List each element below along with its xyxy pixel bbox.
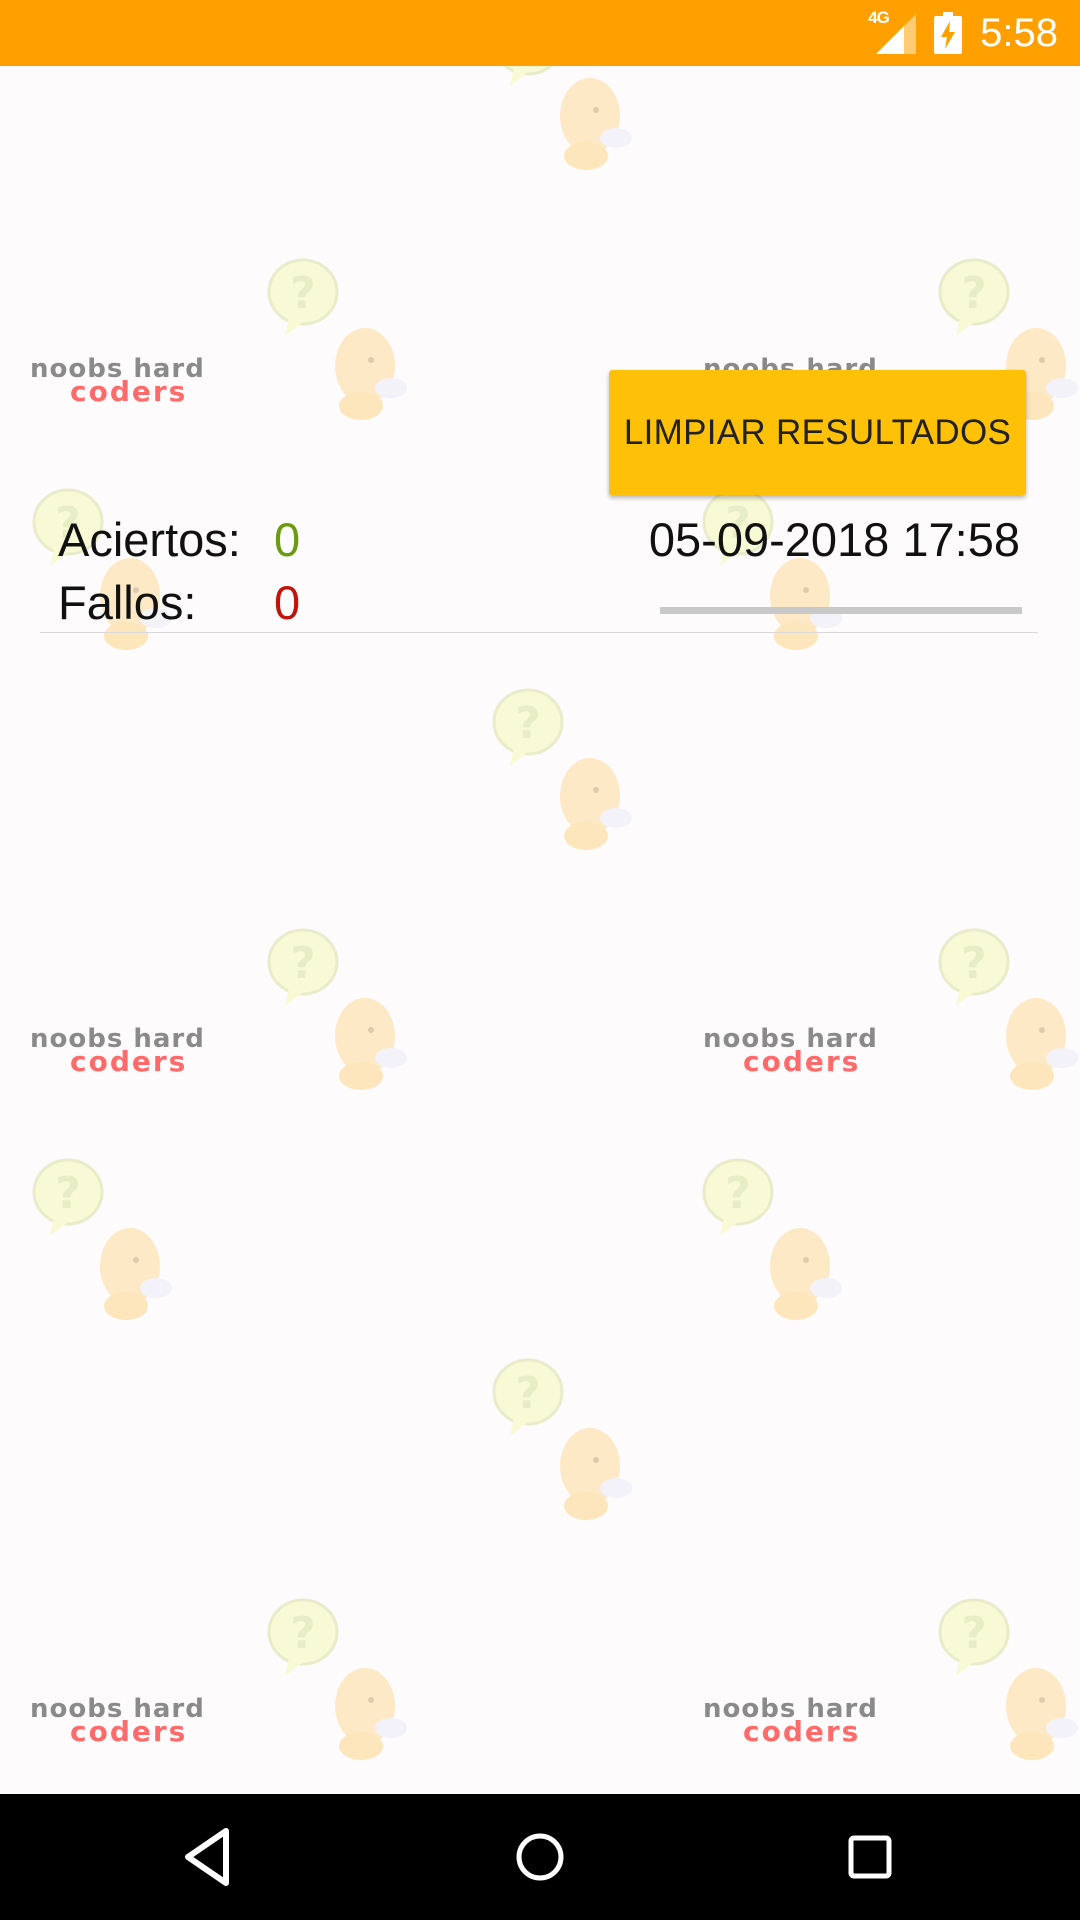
hits-label: Aciertos: <box>58 513 241 566</box>
home-circle-icon[interactable] <box>508 1825 572 1889</box>
status-bar: 4G 5:58 <box>0 0 1080 66</box>
fails-row: Fallos: 0 <box>58 575 300 630</box>
quiz-results-screen: 4G 5:58 ?????????????noobs hardcodersnoo… <box>0 0 1080 1920</box>
navigation-bar <box>0 1794 1080 1920</box>
fails-label: Fallos: <box>58 576 197 629</box>
hits-row: Aciertos: 0 <box>58 512 300 567</box>
recents-square-icon[interactable] <box>838 1825 902 1889</box>
session-datetime: 05-09-2018 17:58 <box>648 513 1020 566</box>
back-triangle-icon[interactable] <box>178 1825 242 1889</box>
divider <box>40 632 1038 633</box>
fails-count: 0 <box>274 576 301 629</box>
status-icons: 4G 5:58 <box>866 0 1058 66</box>
battery-charging-icon <box>934 12 963 54</box>
cell-signal-icon: 4G <box>866 8 917 58</box>
results-panel: LIMPIAR RESULTADOS Aciertos: 0 Fallos: 0… <box>0 66 1080 1794</box>
hits-count: 0 <box>274 513 301 566</box>
status-time: 5:58 <box>980 11 1058 55</box>
clear-results-button[interactable]: LIMPIAR RESULTADOS <box>609 370 1026 495</box>
progress-bar <box>660 607 1022 614</box>
